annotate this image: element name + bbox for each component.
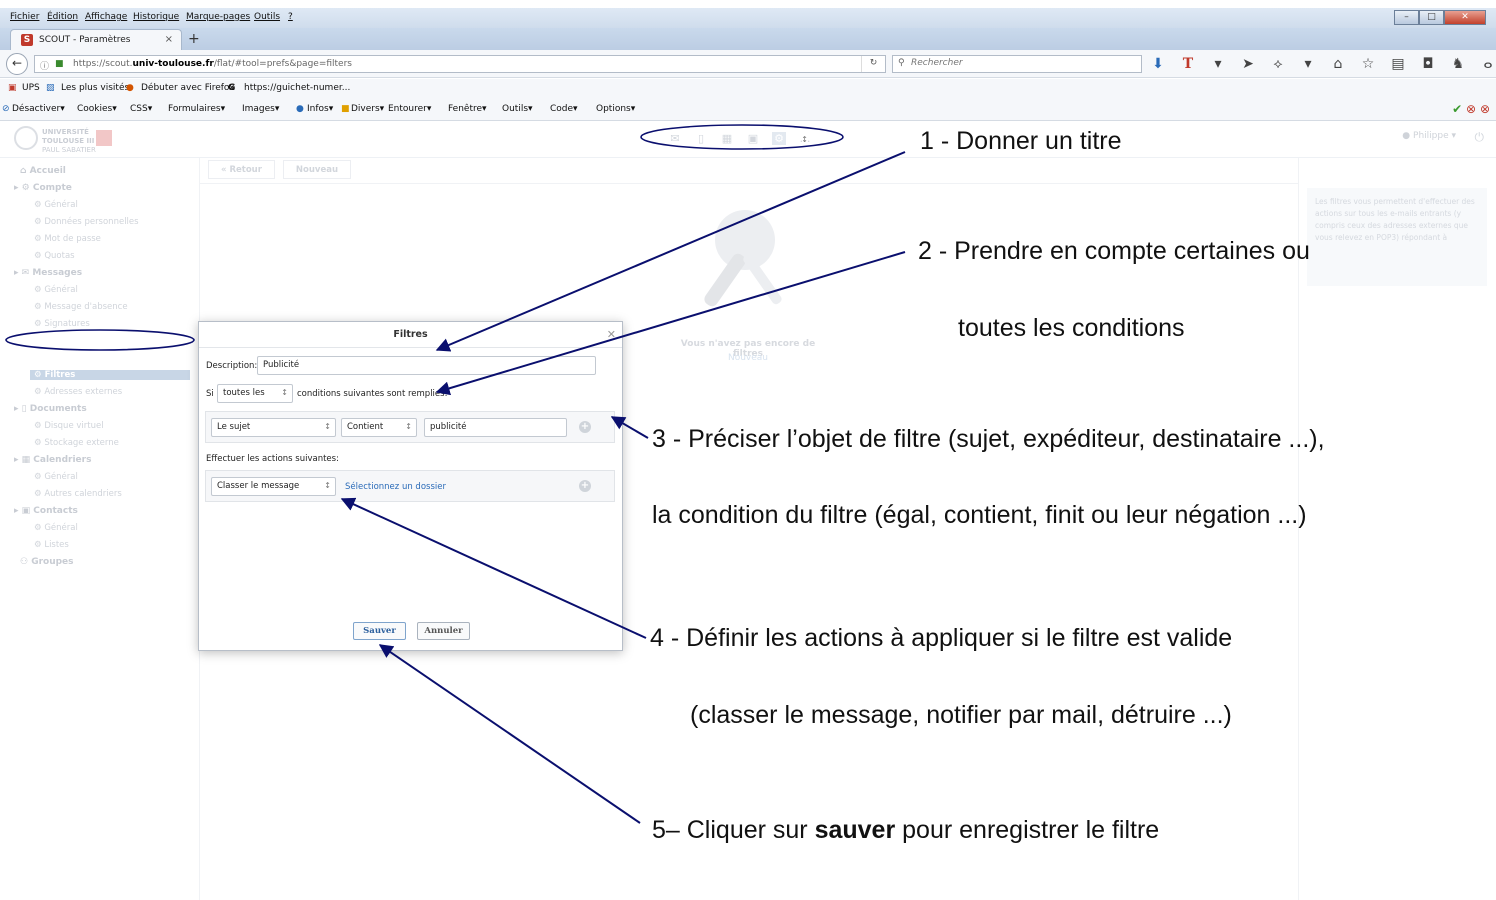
screenshot-root: Fichier Édition Affichage Historique Mar… xyxy=(0,0,1496,900)
nav-icons-ellipse xyxy=(640,124,844,150)
annotation-3-line2: la condition du filtre (égal, contient, … xyxy=(652,501,1307,529)
arrow-2 xyxy=(435,251,906,396)
arrow-4 xyxy=(340,497,647,639)
arrow-5 xyxy=(378,644,641,824)
arrow-1 xyxy=(435,151,906,352)
annotation-3-line1: 3 - Préciser l’objet de filtre (sujet, e… xyxy=(652,425,1325,453)
annotation-5-pre: 5– Cliquer sur xyxy=(652,816,815,844)
annotation-5-post: pour enregistrer le filtre xyxy=(895,816,1160,844)
annotation-5-bold: sauver xyxy=(814,816,896,844)
annotation-4-line1: 4 - Définir les actions à appliquer si l… xyxy=(650,624,1233,652)
arrow-3 xyxy=(610,416,649,439)
annotation-2-line2: toutes les conditions xyxy=(958,314,1185,342)
annotation-1: 1 - Donner un titre xyxy=(920,127,1122,155)
filtres-ellipse xyxy=(5,329,195,351)
annotation-5: 5– Cliquer sur sauver pour enregistrer l… xyxy=(652,816,1159,845)
annotation-4-line2: (classer le message, notifier par mail, … xyxy=(690,701,1232,729)
annotation-2-line1: 2 - Prendre en compte certaines ou xyxy=(918,237,1310,265)
